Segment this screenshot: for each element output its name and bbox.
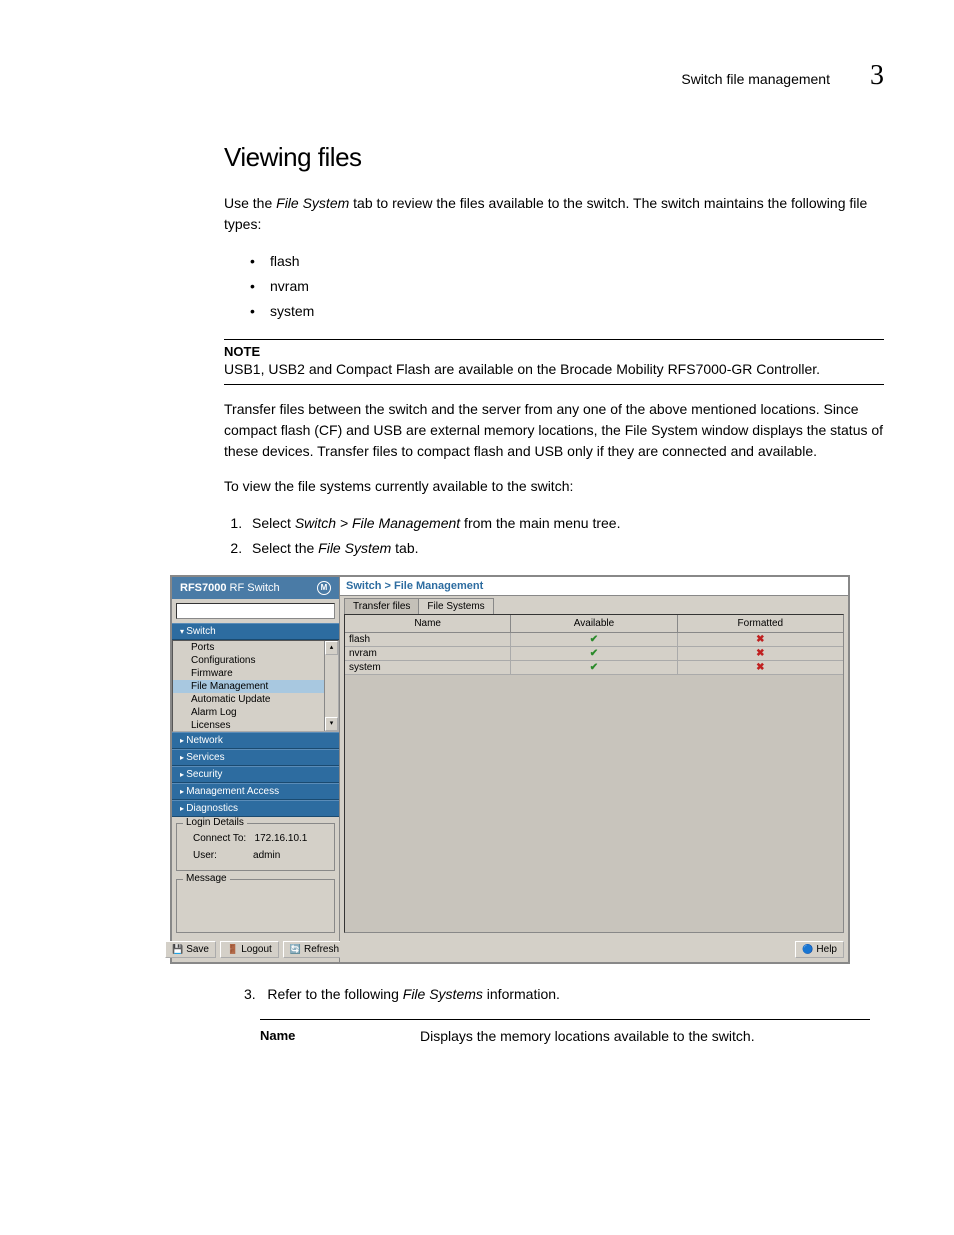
sidebar: RFS7000 RF Switch M Switch Ports Configu… <box>172 577 340 962</box>
sidebar-item-configurations[interactable]: Configurations <box>173 654 338 667</box>
paragraph-2: Transfer files between the switch and th… <box>224 399 884 462</box>
login-details: Login Details Connect To: 172.16.10.1 Us… <box>176 823 335 871</box>
check-icon: ✔ <box>590 648 598 659</box>
list-item: system <box>250 299 884 324</box>
breadcrumb: Switch > File Management <box>340 577 848 596</box>
sidebar-item-licenses[interactable]: Licenses <box>173 719 338 732</box>
nav-security[interactable]: Security <box>172 766 339 783</box>
list-item: nvram <box>250 274 884 299</box>
help-button[interactable]: Help <box>795 941 844 958</box>
help-icon <box>802 944 813 955</box>
sidebar-item-file-management[interactable]: File Management <box>173 680 338 693</box>
note-text: USB1, USB2 and Compact Flash are availab… <box>224 359 884 380</box>
nav-services[interactable]: Services <box>172 749 339 766</box>
nav-management-access[interactable]: Management Access <box>172 783 339 800</box>
nav-switch[interactable]: Switch <box>172 623 339 640</box>
table-row[interactable]: flash ✔ ✖ <box>345 633 843 647</box>
step-3: 3. Refer to the following File Systems i… <box>244 984 884 1005</box>
cross-icon: ✖ <box>756 648 764 659</box>
file-type-list: flash nvram system <box>250 249 884 325</box>
steps-list: Select Switch > File Management from the… <box>224 511 884 561</box>
step-1: Select Switch > File Management from the… <box>246 511 884 536</box>
save-icon <box>172 944 183 955</box>
app-screenshot: RFS7000 RF Switch M Switch Ports Configu… <box>170 575 850 964</box>
check-icon: ✔ <box>590 662 598 673</box>
search-input[interactable] <box>176 603 335 619</box>
page-title: Viewing files <box>224 142 884 173</box>
scrollbar[interactable]: ▴ ▾ <box>324 641 338 731</box>
nav-network[interactable]: Network <box>172 732 339 749</box>
nav-tree: Ports Configurations Firmware File Manag… <box>172 640 339 732</box>
logout-icon <box>227 944 238 955</box>
table-row[interactable]: system ✔ ✖ <box>345 661 843 675</box>
tab-file-systems[interactable]: File Systems <box>418 598 493 614</box>
scroll-down-icon[interactable]: ▾ <box>325 717 338 731</box>
refresh-button[interactable]: Refresh <box>283 941 346 958</box>
cross-icon: ✖ <box>756 634 764 645</box>
col-available[interactable]: Available <box>511 615 677 632</box>
cross-icon: ✖ <box>756 662 764 673</box>
refresh-icon <box>290 944 301 955</box>
sidebar-item-ports[interactable]: Ports <box>173 641 338 654</box>
note-label: NOTE <box>224 344 884 359</box>
sidebar-item-firmware[interactable]: Firmware <box>173 667 338 680</box>
list-item: flash <box>250 249 884 274</box>
save-button[interactable]: Save <box>165 941 216 958</box>
sidebar-item-alarm-log[interactable]: Alarm Log <box>173 706 338 719</box>
file-systems-table: Name Available Formatted flash ✔ ✖ nvram… <box>344 614 844 933</box>
tabs: Transfer files File Systems <box>340 596 848 614</box>
logout-button[interactable]: Logout <box>220 941 279 958</box>
check-icon: ✔ <box>590 634 598 645</box>
step-2: Select the File System tab. <box>246 536 884 561</box>
motorola-icon: M <box>317 581 331 595</box>
chapter-number: 3 <box>870 60 884 92</box>
col-formatted[interactable]: Formatted <box>678 615 843 632</box>
def-label: Name <box>260 1028 420 1044</box>
message-box: Message <box>176 879 335 933</box>
tab-transfer-files[interactable]: Transfer files <box>344 598 419 614</box>
page-header: Switch file management 3 <box>110 60 884 92</box>
scroll-up-icon[interactable]: ▴ <box>325 641 338 655</box>
note-block: NOTE USB1, USB2 and Compact Flash are av… <box>224 339 884 385</box>
header-section: Switch file management <box>681 71 830 87</box>
definition-table: Name Displays the memory locations avail… <box>260 1019 884 1044</box>
sidebar-item-automatic-update[interactable]: Automatic Update <box>173 693 338 706</box>
def-desc: Displays the memory locations available … <box>420 1028 884 1044</box>
nav-diagnostics[interactable]: Diagnostics <box>172 800 339 817</box>
intro-paragraph: Use the File System tab to review the fi… <box>224 193 884 235</box>
main-panel: Switch > File Management Transfer files … <box>340 577 848 962</box>
col-name[interactable]: Name <box>345 615 511 632</box>
paragraph-3: To view the file systems currently avail… <box>224 476 884 497</box>
table-row[interactable]: nvram ✔ ✖ <box>345 647 843 661</box>
sidebar-title: RFS7000 RF Switch M <box>172 577 339 599</box>
